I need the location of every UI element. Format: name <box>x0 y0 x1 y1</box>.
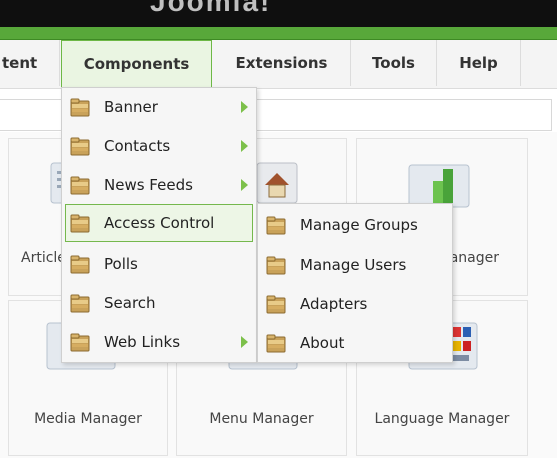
submenu-item-about[interactable]: About <box>258 324 452 362</box>
folder-icon <box>70 176 90 195</box>
folder-icon <box>70 255 90 274</box>
submenu-item-adapters[interactable]: Adapters <box>258 285 452 323</box>
submenu-item-label: Manage Users <box>300 256 407 274</box>
folder-icon <box>70 98 90 117</box>
submenu-item-label: About <box>300 334 345 352</box>
chevron-right-icon <box>241 179 248 191</box>
menu-extensions[interactable]: Extensions <box>213 40 351 86</box>
menu-item-web-links[interactable]: Web Links <box>62 323 256 361</box>
access-control-submenu: Manage Groups Manage Users Adapters Abou… <box>257 203 453 363</box>
menu-item-label: Search <box>104 294 156 312</box>
folder-icon <box>70 137 90 156</box>
menu-item-contacts[interactable]: Contacts <box>62 127 256 165</box>
menu-item-label: Web Links <box>104 333 181 351</box>
folder-icon <box>70 333 90 352</box>
menu-item-news-feeds[interactable]: News Feeds <box>62 166 256 204</box>
chevron-right-icon <box>241 101 248 113</box>
folder-icon <box>266 256 286 275</box>
menu-help[interactable]: Help <box>437 40 521 86</box>
menu-item-banner[interactable]: Banner <box>62 88 256 126</box>
menu-item-label: Polls <box>104 255 138 273</box>
folder-icon <box>266 216 286 235</box>
main-menubar: tent Components Extensions Tools Help <box>0 40 557 89</box>
menu-content-label: tent <box>2 54 38 72</box>
submenu-item-label: Manage Groups <box>300 216 418 234</box>
submenu-item-manage-groups[interactable]: Manage Groups <box>258 206 452 244</box>
menu-components-label: Components <box>83 55 190 73</box>
folder-icon <box>266 334 286 353</box>
menu-item-search[interactable]: Search <box>62 284 256 322</box>
home-icon <box>256 162 298 204</box>
menu-tools[interactable]: Tools <box>351 40 437 86</box>
chevron-right-icon <box>241 336 248 348</box>
menu-item-label: Banner <box>104 98 158 116</box>
menu-help-label: Help <box>459 54 498 72</box>
menu-components[interactable]: Components <box>61 40 212 88</box>
folder-icon <box>70 214 90 233</box>
menu-item-access-control[interactable]: Access Control <box>65 204 253 242</box>
menu-content[interactable]: tent <box>0 40 60 86</box>
header-accent-bar <box>0 27 557 40</box>
menu-extensions-label: Extensions <box>235 54 328 72</box>
components-dropdown: Banner Contacts News Feeds Access Contro… <box>61 87 257 363</box>
menu-manager-label: Menu Manager <box>209 411 314 427</box>
top-header: Joomla! <box>0 0 557 27</box>
menu-item-label: Contacts <box>104 137 171 155</box>
submenu-item-manage-users[interactable]: Manage Users <box>258 246 452 284</box>
media-manager-label: Media Manager <box>34 411 142 427</box>
folder-icon <box>70 294 90 313</box>
menu-tools-label: Tools <box>372 54 415 72</box>
menu-item-label: Access Control <box>104 214 215 232</box>
menu-item-label: News Feeds <box>104 176 193 194</box>
submenu-item-label: Adapters <box>300 295 368 313</box>
language-manager-label: Language Manager <box>374 411 510 427</box>
chevron-right-icon <box>241 140 248 152</box>
menu-item-polls[interactable]: Polls <box>62 245 256 283</box>
header-title: Joomla! <box>150 0 272 17</box>
folder-icon <box>266 295 286 314</box>
